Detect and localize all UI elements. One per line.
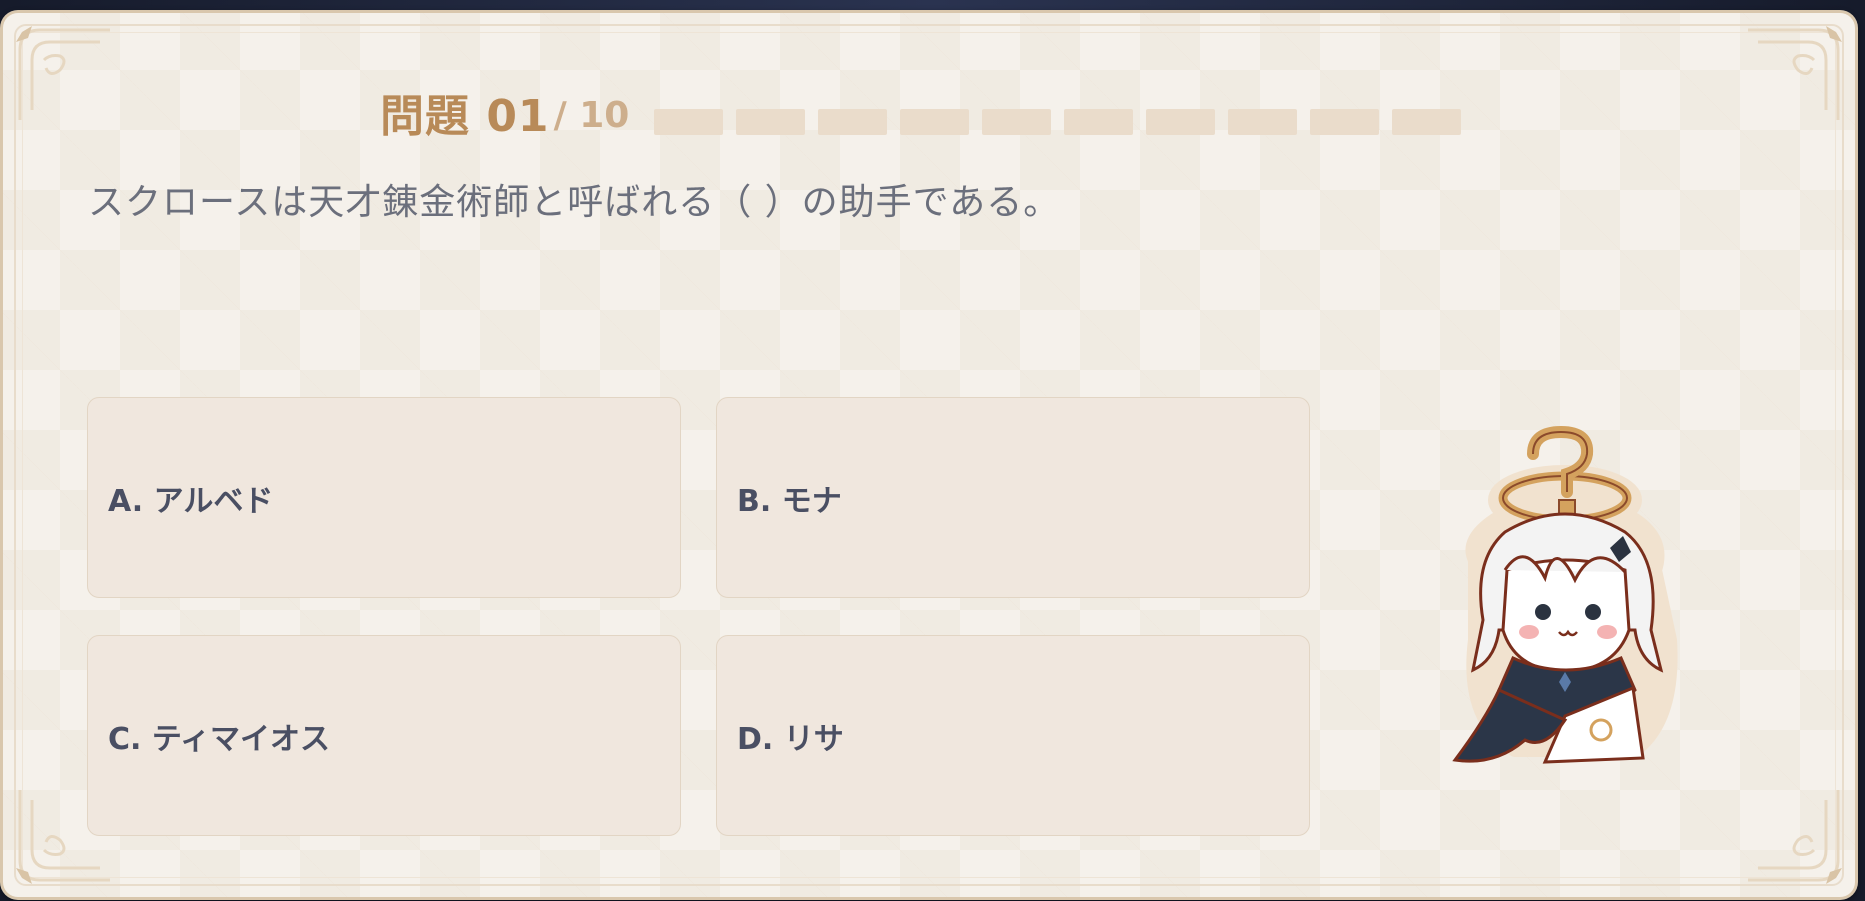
corner-ornament-icon	[1748, 790, 1842, 884]
option-a-button[interactable]: A. アルベド	[87, 397, 681, 598]
question-text: スクロースは天才錬金術師と呼ばれる（ ）の助手である。	[88, 182, 1061, 223]
progress-segment	[1310, 109, 1379, 135]
option-b-button[interactable]: B. モナ	[716, 397, 1310, 598]
question-number: 問題 01	[380, 91, 550, 142]
progress-bar	[654, 109, 1461, 135]
question-total: / 10	[553, 94, 630, 136]
progress-segment	[982, 109, 1051, 135]
option-d-button[interactable]: D. リサ	[716, 635, 1310, 836]
question-header: 問題 01 / 10	[380, 82, 629, 142]
progress-segment	[1228, 109, 1297, 135]
option-c-label: C. ティマイオス	[108, 721, 331, 757]
corner-ornament-icon	[1748, 26, 1842, 120]
confused-chibi-mascot-icon	[1452, 425, 1678, 764]
progress-segment	[654, 109, 723, 135]
progress-segment	[1064, 109, 1133, 135]
progress-segment	[1392, 109, 1461, 135]
quiz-card: 問題 01 / 10 スクロースは天才錬金術師と呼ばれる（ ）の助手である。 A…	[0, 10, 1858, 900]
option-a-label: A. アルベド	[108, 483, 274, 519]
option-b-label: B. モナ	[737, 483, 842, 519]
progress-segment	[818, 109, 887, 135]
corner-ornament-icon	[16, 26, 110, 120]
progress-segment	[736, 109, 805, 135]
progress-segment	[900, 109, 969, 135]
option-c-button[interactable]: C. ティマイオス	[87, 635, 681, 836]
option-d-label: D. リサ	[737, 721, 844, 757]
progress-segment	[1146, 109, 1215, 135]
